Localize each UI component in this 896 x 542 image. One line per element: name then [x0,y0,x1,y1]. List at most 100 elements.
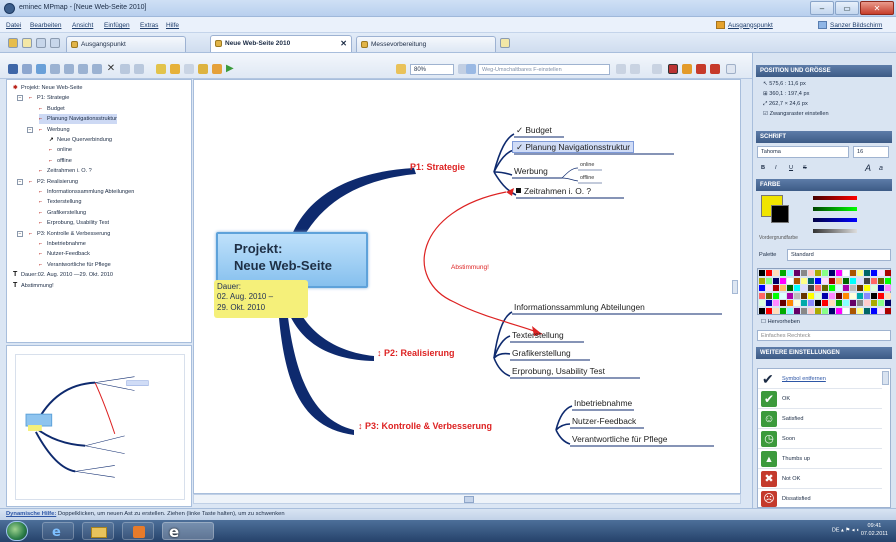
palette-swatch[interactable] [878,292,884,299]
outline-item[interactable]: ⌐ offline [49,156,72,166]
palette-swatch[interactable] [871,285,877,292]
palette-swatch[interactable] [780,308,786,314]
image-icon[interactable] [198,64,208,74]
taskbar-mpmap[interactable]: e [162,522,214,541]
palette-swatch[interactable] [766,308,772,314]
options-icon[interactable] [652,64,662,74]
zoom-field[interactable]: 80% [410,64,454,75]
preview-icon[interactable] [36,64,46,74]
outline-item[interactable]: ⌐ Informationssammlung Abteilungen [39,187,134,197]
palette-swatch[interactable] [878,300,884,307]
topic-p2-realisierung[interactable]: ↕ P2: Realisierung [377,348,455,358]
palette-swatch[interactable] [766,292,772,299]
stop-icon[interactable] [696,64,706,74]
save-icon[interactable] [8,64,18,74]
palette-swatch[interactable] [885,300,891,307]
taskbar-explorer[interactable] [82,522,114,540]
subtopic-werbung[interactable]: Werbung [514,166,548,176]
palette-swatch[interactable] [850,277,856,284]
color-section-header[interactable]: FARBE [756,179,892,191]
relation-label[interactable]: Abstimmung! [451,264,489,271]
palette-swatch[interactable] [780,300,786,307]
palette-swatch[interactable] [794,277,800,284]
palette-swatch[interactable] [815,292,821,299]
palette-swatch[interactable] [801,308,807,314]
search-icon[interactable] [466,64,476,74]
palette-swatch[interactable] [787,308,793,314]
symbol-dissatisfied[interactable]: ☹ Dissatisfied [758,489,882,509]
palette-swatch[interactable] [836,300,842,307]
scroll-thumb[interactable] [464,496,474,503]
outline-item[interactable]: − ⌐ P2: Realisierung [17,177,78,187]
color-palette-grid[interactable] [757,268,891,315]
palette-swatch[interactable] [780,285,786,292]
subtopic-online[interactable]: online [580,162,594,168]
subtopic-grafikerstellung[interactable]: Grafikerstellung [512,348,571,358]
menu-edit[interactable]: Bearbeiten [30,22,61,29]
new-tab-icon[interactable] [500,38,510,48]
duration-note[interactable]: Dauer: 02. Aug. 2010 – 29. Okt. 2010 [214,280,308,318]
subtopic-inbetriebnahme[interactable]: Inbetriebnahme [574,398,632,408]
palette-swatch[interactable] [801,292,807,299]
effect-select[interactable]: Einfaches Rechteck [757,330,891,341]
subtopic-budget[interactable]: ✓ Budget [516,125,552,135]
palette-swatch[interactable] [829,308,835,314]
palette-swatch[interactable] [759,270,765,276]
palette-swatch[interactable] [871,277,877,284]
palette-swatch[interactable] [885,277,891,284]
outline-item[interactable]: ⌐ Inbetriebnahme [39,239,86,249]
subtopic-nutzer-feedback[interactable]: Nutzer-Feedback [572,416,636,426]
copy-icon[interactable] [78,64,88,74]
green-slider[interactable] [813,207,857,211]
background-color-swatch[interactable] [771,205,789,223]
palette-swatch[interactable] [878,285,884,292]
palette-swatch[interactable] [871,300,877,307]
close-tab-icon[interactable]: ✕ [340,36,347,51]
fullscreen-link[interactable]: Sanzer Bildschirm [818,21,882,29]
palette-swatch[interactable] [843,300,849,307]
palette-swatch[interactable] [864,300,870,307]
palette-swatch[interactable] [787,292,793,299]
delete-icon[interactable]: ✕ [106,64,116,74]
palette-swatch[interactable] [787,270,793,276]
outline-item[interactable]: ⌐ Nutzer-Feedback [39,249,90,259]
search-input[interactable]: Weg-Umschaltbares F-einstellen [478,64,610,75]
clock-date[interactable]: 07.02.2011 [861,530,888,538]
menu-view[interactable]: Ansicht [72,22,93,29]
palette-swatch[interactable] [773,277,779,284]
palette-swatch[interactable] [780,277,786,284]
palette-swatch[interactable] [829,300,835,307]
palette-swatch[interactable] [885,270,891,276]
palette-swatch[interactable] [843,270,849,276]
palette-swatch[interactable] [843,277,849,284]
topic-p3-kontrolle[interactable]: ↕ P3: Kontrolle & Verbesserung [358,421,492,431]
outline-item[interactable]: ⌐ Texterstellung [39,197,82,207]
prev-result-icon[interactable] [616,64,626,74]
palette-swatch[interactable] [871,270,877,276]
palette-swatch[interactable] [864,292,870,299]
subtopic-offline[interactable]: offline [580,175,594,181]
next-result-icon[interactable] [630,64,640,74]
start-button[interactable] [6,521,28,541]
italic-button[interactable]: I [775,165,777,171]
language-indicator[interactable]: DE [832,527,840,533]
font-section-header[interactable]: SCHRIFT [756,131,892,143]
layout-icon[interactable] [184,64,194,74]
palette-swatch[interactable] [822,308,828,314]
palette-swatch[interactable] [885,285,891,292]
ausgangspunkt-link[interactable]: Ausgangspunkt [716,21,773,29]
subtopic-texterstellung[interactable]: Texterstellung [512,330,564,340]
export-icon[interactable] [50,64,60,74]
palette-swatch[interactable] [836,292,842,299]
palette-swatch[interactable] [885,292,891,299]
zoom-icon[interactable] [396,64,406,74]
subtopic-zeitrahmen[interactable]: Zeitrahmen i. O. ? [516,186,591,196]
import-icon[interactable] [64,64,74,74]
palette-swatch[interactable] [850,270,856,276]
palette-swatch[interactable] [787,285,793,292]
horizontal-scrollbar[interactable] [193,494,741,504]
palette-swatch[interactable] [850,300,856,307]
collapse-toggle-icon[interactable]: − [17,230,23,237]
palette-swatch[interactable] [801,285,807,292]
palette-swatch[interactable] [801,300,807,307]
